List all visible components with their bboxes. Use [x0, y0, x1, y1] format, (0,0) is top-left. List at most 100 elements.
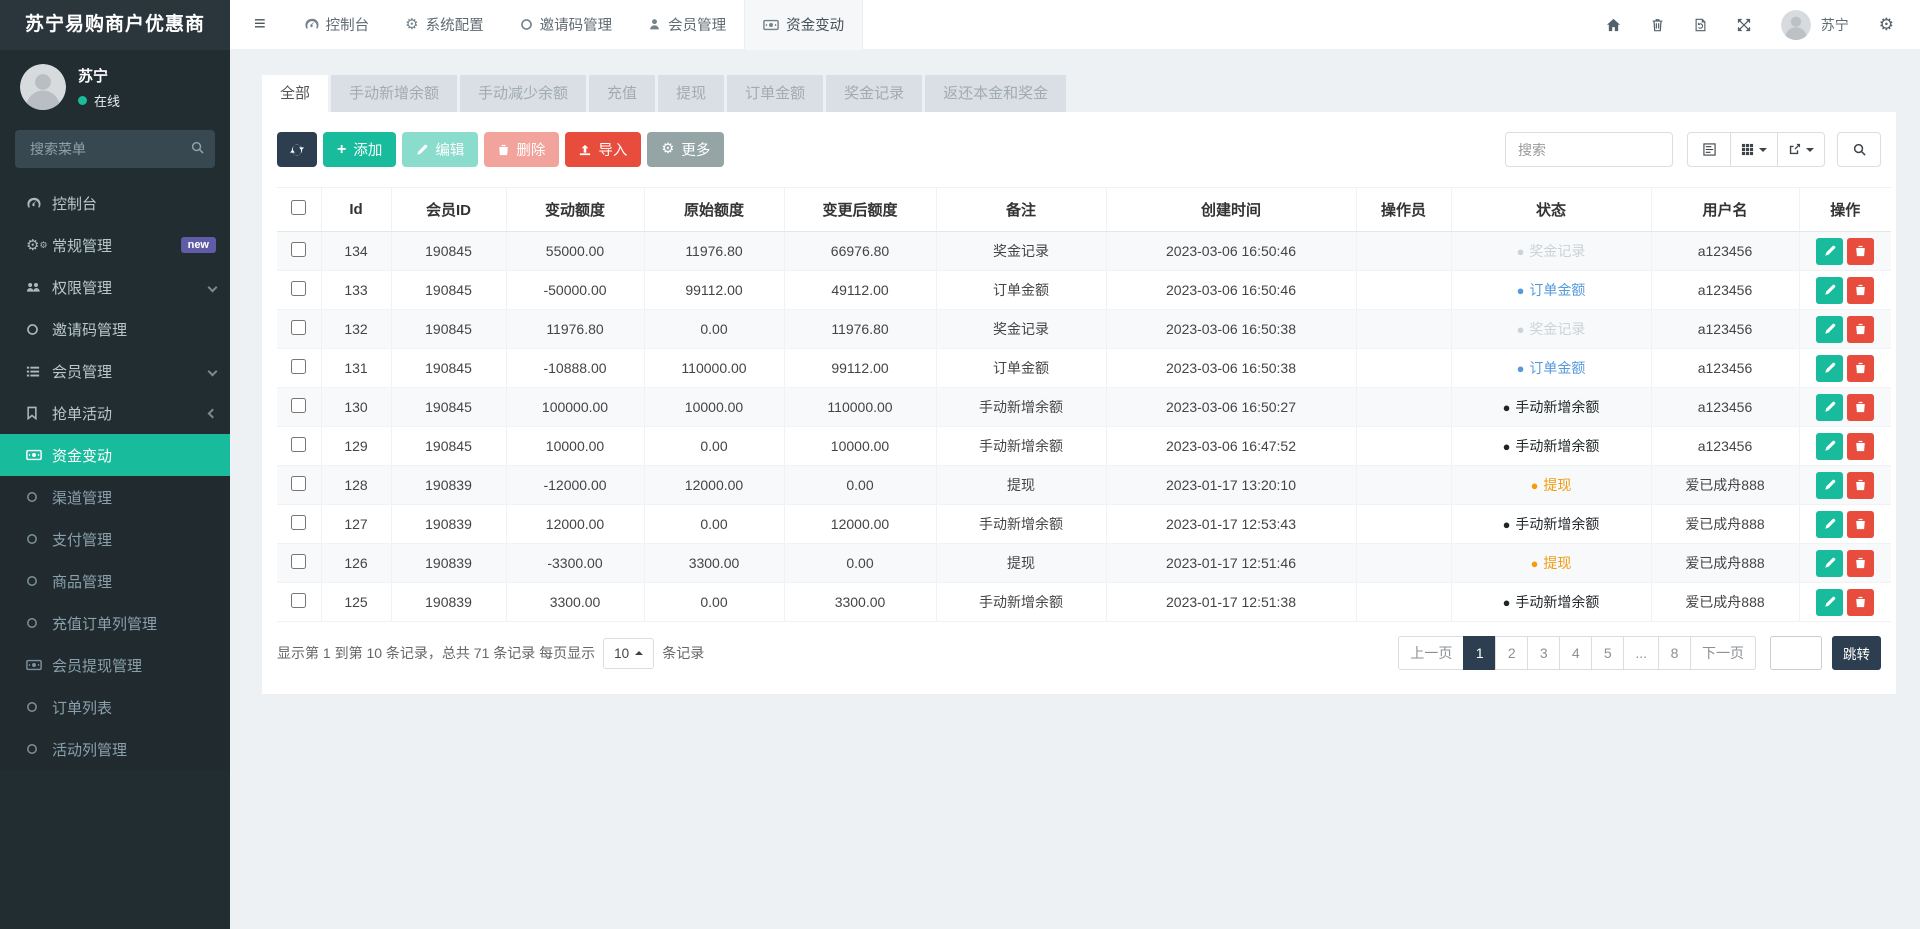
pagination-page-3[interactable]: 3 [1527, 636, 1560, 670]
cell-after-amount: 0.00 [784, 544, 936, 583]
table-row: 128190839-12000.0012000.000.00提现2023-01-… [277, 466, 1891, 505]
row-edit-button[interactable] [1816, 394, 1843, 421]
row-edit-button[interactable] [1816, 433, 1843, 460]
row-checkbox[interactable] [291, 476, 306, 491]
topnav-item[interactable]: 会员管理 [630, 0, 744, 50]
edit-button[interactable]: 编辑 [402, 132, 478, 167]
home-icon[interactable] [1606, 18, 1621, 32]
sidebar-item[interactable]: 控制台 [0, 182, 230, 224]
sidebar-item[interactable]: 会员管理 [0, 350, 230, 392]
more-button[interactable]: ⚙更多 [647, 132, 724, 167]
cell-original-amount: 0.00 [644, 505, 784, 544]
row-delete-button[interactable] [1847, 472, 1874, 499]
row-delete-button[interactable] [1847, 277, 1874, 304]
topbar-user-menu[interactable]: 苏宁 [1781, 10, 1849, 40]
sidebar-item[interactable]: 资金变动 [0, 434, 230, 476]
sidebar-item[interactable]: 会员提现管理 [0, 644, 230, 686]
row-edit-button[interactable] [1816, 277, 1843, 304]
tab-手动新增余额[interactable]: 手动新增余额 [331, 75, 457, 112]
money-icon [26, 659, 52, 671]
tab-返还本金和奖金[interactable]: 返还本金和奖金 [925, 75, 1066, 112]
hamburger-menu-button[interactable]: ≡ [230, 13, 286, 36]
row-edit-button[interactable] [1816, 550, 1843, 577]
sidebar-item[interactable]: 支付管理 [0, 518, 230, 560]
row-checkbox[interactable] [291, 437, 306, 452]
menu-search-input[interactable] [15, 130, 215, 168]
row-checkbox[interactable] [291, 398, 306, 413]
topnav-item[interactable]: 控制台 [286, 0, 388, 50]
row-checkbox[interactable] [291, 515, 306, 530]
fullscreen-icon[interactable] [1737, 18, 1751, 32]
pagination-page-8[interactable]: 8 [1658, 636, 1691, 670]
cell-original-amount: 99112.00 [644, 271, 784, 310]
sidebar-item[interactable]: 抢单活动 [0, 392, 230, 434]
row-delete-button[interactable] [1847, 355, 1874, 382]
row-delete-button[interactable] [1847, 511, 1874, 538]
jump-page-input[interactable] [1770, 636, 1822, 670]
select-all-checkbox[interactable] [291, 200, 306, 215]
row-edit-button[interactable] [1816, 316, 1843, 343]
row-delete-button[interactable] [1847, 589, 1874, 616]
row-delete-button[interactable] [1847, 433, 1874, 460]
pagination-page-5[interactable]: 5 [1591, 636, 1624, 670]
circle-o-icon [26, 743, 52, 755]
topnav-item[interactable]: ⚙系统配置 [387, 0, 501, 50]
row-delete-button[interactable] [1847, 394, 1874, 421]
paging-view-button[interactable] [1687, 132, 1731, 167]
sidebar-item[interactable]: 活动列管理 [0, 728, 230, 770]
sidebar-item[interactable]: 渠道管理 [0, 476, 230, 518]
sidebar-item[interactable]: 邀请码管理 [0, 308, 230, 350]
refresh-button[interactable] [277, 132, 317, 167]
pagination-prev[interactable]: 上一页 [1398, 636, 1464, 670]
cache-refresh-icon[interactable] [1694, 18, 1707, 32]
jump-button[interactable]: 跳转 [1832, 636, 1881, 670]
circle-o-icon [26, 533, 52, 545]
row-checkbox[interactable] [291, 359, 306, 374]
pagination-next[interactable]: 下一页 [1690, 636, 1756, 670]
tab-手动减少余额[interactable]: 手动减少余额 [460, 75, 586, 112]
row-edit-button[interactable] [1816, 589, 1843, 616]
cell-after-amount: 11976.80 [784, 310, 936, 349]
row-edit-button[interactable] [1816, 511, 1843, 538]
row-checkbox[interactable] [291, 320, 306, 335]
pagination-page-1[interactable]: 1 [1463, 636, 1496, 670]
cell-member-id: 190845 [391, 349, 506, 388]
tab-订单金额[interactable]: 订单金额 [727, 75, 823, 112]
upload-icon [579, 144, 591, 156]
cell-id: 129 [321, 427, 391, 466]
import-button[interactable]: 导入 [565, 132, 641, 167]
row-delete-button[interactable] [1847, 238, 1874, 265]
tab-全部[interactable]: 全部 [262, 75, 328, 112]
tab-充值[interactable]: 充值 [589, 75, 655, 112]
tab-提现[interactable]: 提现 [658, 75, 724, 112]
sidebar-item[interactable]: 订单列表 [0, 686, 230, 728]
row-edit-button[interactable] [1816, 238, 1843, 265]
row-checkbox[interactable] [291, 242, 306, 257]
row-delete-button[interactable] [1847, 316, 1874, 343]
row-delete-button[interactable] [1847, 550, 1874, 577]
delete-button[interactable]: 删除 [484, 132, 559, 167]
row-edit-button[interactable] [1816, 472, 1843, 499]
columns-button[interactable] [1730, 132, 1778, 167]
row-checkbox[interactable] [291, 281, 306, 296]
topnav-item[interactable]: 资金变动 [744, 0, 863, 50]
page-size-select[interactable]: 10 [603, 638, 654, 669]
export-button[interactable] [1777, 132, 1825, 167]
pagination-page-4[interactable]: 4 [1559, 636, 1592, 670]
table-search-input[interactable] [1505, 132, 1673, 167]
settings-cogs-icon[interactable]: ⚙ [1879, 16, 1894, 33]
row-checkbox[interactable] [291, 593, 306, 608]
row-checkbox[interactable] [291, 554, 306, 569]
pagination-page-2[interactable]: 2 [1495, 636, 1528, 670]
sidebar-item[interactable]: 商品管理 [0, 560, 230, 602]
topnav-item[interactable]: 邀请码管理 [502, 0, 631, 50]
row-edit-button[interactable] [1816, 355, 1843, 382]
sidebar-item[interactable]: ⚙⚙常规管理new [0, 224, 230, 266]
tab-奖金记录[interactable]: 奖金记录 [826, 75, 922, 112]
add-button[interactable]: +添加 [323, 132, 396, 167]
sidebar-item[interactable]: 权限管理 [0, 266, 230, 308]
sidebar-item[interactable]: 充值订单列管理 [0, 602, 230, 644]
cell-original-amount: 0.00 [644, 427, 784, 466]
trash-icon[interactable] [1651, 18, 1664, 32]
search-submit-button[interactable] [1837, 132, 1881, 167]
